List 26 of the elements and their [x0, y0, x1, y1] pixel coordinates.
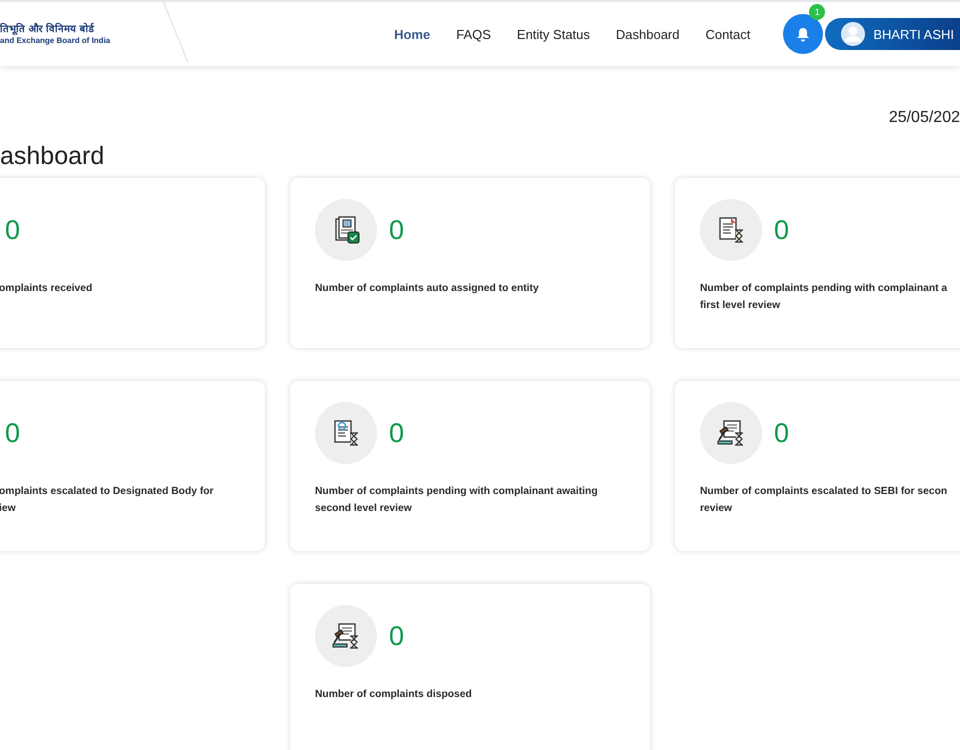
- stat-label: Number of complaints escalated to SEBI for secon review: [700, 485, 948, 516]
- stat-count: 0: [389, 418, 404, 448]
- notification-badge: 1: [809, 4, 826, 20]
- stat-label: Number of complaints auto assigned to entity: [315, 282, 540, 296]
- nav-link[interactable]: FAQS: [443, 22, 504, 46]
- logo-hindi-text: तिभूति और विनिमय बोर्ड: [0, 23, 96, 36]
- nav-link[interactable]: Entity Status: [504, 22, 603, 46]
- nav-link[interactable]: Dashboard: [602, 22, 692, 46]
- stat-count: 0: [5, 214, 20, 246]
- stat-label: Number of complaints pending with complainant awaiting second level review: [315, 485, 599, 516]
- date-text: 25/05/202: [888, 109, 960, 128]
- stat-count: 0: [774, 418, 790, 448]
- page-title: ashboard: [0, 141, 106, 172]
- user-menu-button[interactable]: BHARTI ASHI: [825, 18, 960, 50]
- nav-link[interactable]: Home: [381, 22, 444, 46]
- stat-label: Number of complaints disposed: [315, 688, 473, 702]
- avatar-icon: [841, 22, 866, 46]
- stat-count: 0: [5, 418, 20, 448]
- stat-count: 0: [774, 214, 790, 246]
- stat-count: 0: [389, 214, 404, 246]
- stat-label: Number of complaints pending with complainant a first level review: [700, 282, 948, 313]
- notification-button[interactable]: [783, 14, 824, 54]
- stat-count: 0: [389, 620, 404, 652]
- nav-link[interactable]: Contact: [692, 22, 764, 46]
- bell-icon: [796, 26, 810, 42]
- logo-english-text: and Exchange Board of India: [0, 36, 112, 45]
